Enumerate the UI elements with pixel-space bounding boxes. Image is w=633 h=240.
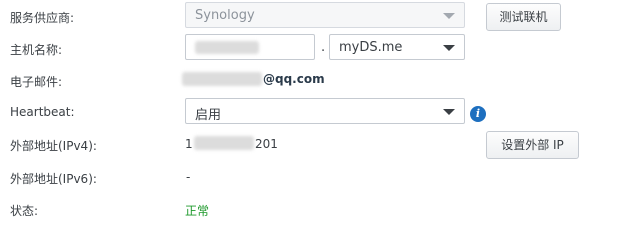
status-label: 状态: — [10, 204, 39, 218]
ipv6-value: - — [186, 170, 191, 184]
redacted-hostname — [195, 41, 259, 54]
provider-select-value: Synology — [195, 8, 255, 23]
chevron-down-icon — [443, 45, 455, 51]
status-value: 正常 — [185, 204, 210, 218]
hostname-input[interactable] — [185, 34, 315, 60]
provider-label: 服务供应商: — [10, 11, 75, 25]
heartbeat-select-value: 启用 — [195, 108, 222, 123]
domain-select[interactable]: myDS.me — [329, 34, 465, 60]
redacted-email-user — [182, 72, 262, 86]
chevron-down-icon — [443, 13, 455, 19]
heartbeat-label: Heartbeat: — [10, 105, 75, 119]
chevron-down-icon — [443, 109, 455, 115]
redacted-ipv4 — [194, 136, 254, 150]
hostname-separator: . — [321, 40, 326, 55]
ipv4-prefix: 1 — [185, 137, 193, 151]
test-connection-button[interactable]: 测试联机 — [486, 3, 561, 31]
ipv6-label: 外部地址(IPv6): — [10, 172, 97, 186]
hostname-label: 主机名称: — [10, 43, 63, 57]
ddns-settings-form: 服务供应商: Synology 测试联机 主机名称: . myDS.me 电子邮… — [0, 0, 633, 233]
heartbeat-select[interactable]: 启用 — [185, 98, 465, 124]
email-domain: @qq.com — [263, 72, 325, 86]
info-icon[interactable]: i — [470, 106, 486, 122]
set-external-ip-button[interactable]: 设置外部 IP — [486, 131, 579, 159]
provider-select: Synology — [185, 2, 465, 28]
ipv4-suffix: 201 — [255, 137, 278, 151]
ipv4-label: 外部地址(IPv4): — [10, 139, 97, 153]
email-label: 电子邮件: — [10, 75, 63, 89]
domain-select-value: myDS.me — [339, 40, 403, 55]
